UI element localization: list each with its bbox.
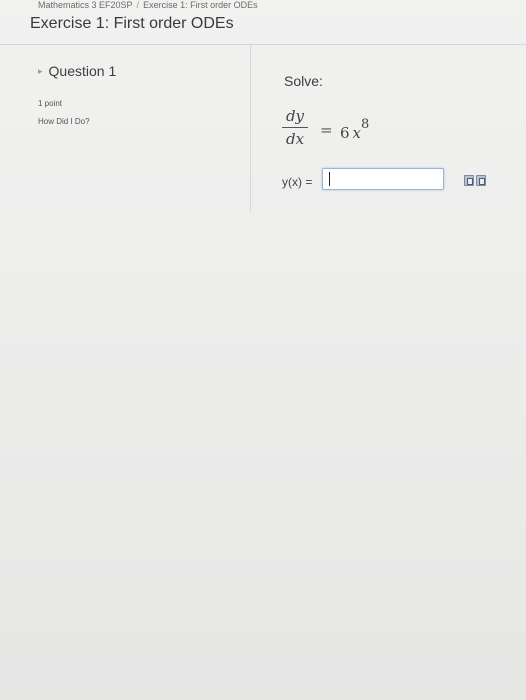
question-body: Solve: dy dx = 6 x8 y(x) = [252, 45, 526, 213]
equation-rhs: 6 x8 [340, 117, 369, 142]
derivative-fraction: dy dx [282, 107, 308, 148]
text-cursor [329, 172, 330, 186]
top-bar: Mathematics 3 EF20SP / Exercise 1: First o… [0, 0, 526, 45]
variable: x [352, 124, 362, 142]
differential-equation: dy dx = 6 x8 [282, 107, 402, 155]
page-title: Exercise 1: First order ODEs [30, 15, 234, 32]
question-points: 1 point [38, 99, 63, 108]
solve-prompt: Solve: [284, 73, 323, 89]
answer-input[interactable] [322, 168, 444, 190]
fraction-bar [282, 127, 308, 128]
equation-editor-icon[interactable] [464, 175, 474, 186]
caret-icon: ▸ [38, 66, 43, 76]
fraction-denominator: dx [285, 130, 305, 148]
question-info-panel: ▸ Question 1 1 point How Did I Do? [0, 45, 251, 213]
breadcrumb: Mathematics 3 EF20SP / Exercise 1: First o… [38, 0, 258, 10]
question-title: Question 1 [48, 63, 117, 79]
answer-label: y(x) = [282, 175, 313, 189]
question-heading[interactable]: ▸ Question 1 [38, 63, 116, 79]
how-did-i-do-link[interactable]: How Did I Do? [38, 117, 90, 126]
fraction-numerator: dy [285, 107, 305, 125]
exponent: 8 [361, 117, 370, 132]
breadcrumb-separator: / [136, 0, 140, 10]
breadcrumb-course-link[interactable]: Mathematics 3 EF20SP [38, 0, 133, 10]
coefficient: 6 [340, 124, 350, 142]
preview-icon[interactable] [476, 175, 486, 186]
breadcrumb-exercise-link[interactable]: Exercise 1: First order ODEs [143, 0, 258, 10]
equals-sign: = [320, 121, 333, 139]
